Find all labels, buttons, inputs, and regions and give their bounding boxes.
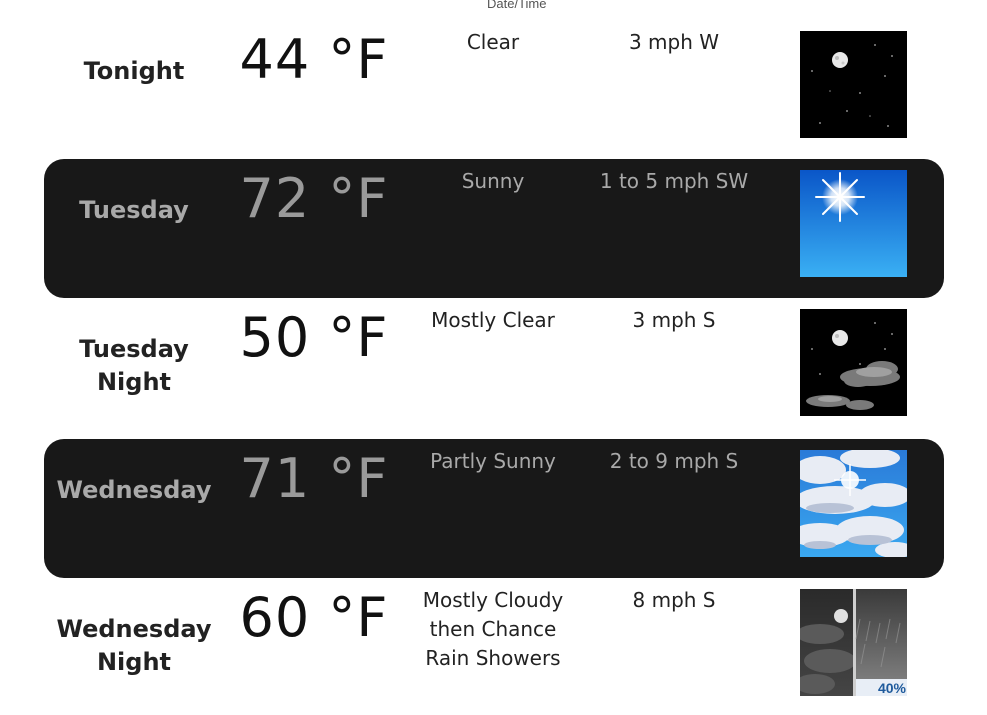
temperature-value: 71 °F xyxy=(239,447,389,510)
condition-text: Mostly Cloudy then Chance Rain Showers xyxy=(422,588,564,670)
wind-text: 2 to 9 mph S xyxy=(609,449,739,473)
forecast-row-tonight: Tonight 44 °F Clear 3 mph W xyxy=(44,20,944,159)
period-label: Wednesday Night xyxy=(56,615,212,676)
condition-text: Clear xyxy=(466,30,520,54)
period-label: Tonight xyxy=(83,57,185,85)
wind-text: 3 mph S xyxy=(632,308,716,332)
forecast-page: Date/Time Tonight 44 °F Clear 3 mph W Tu… xyxy=(0,0,987,715)
partly-sunny-icon xyxy=(800,450,907,557)
wind-text: 1 to 5 mph SW xyxy=(599,169,749,193)
forecast-row-tuesday-night: Tuesday Night 50 °F Mostly Clear 3 mph S xyxy=(44,298,944,437)
condition-text: Partly Sunny xyxy=(430,449,556,473)
temperature-value: 44 °F xyxy=(239,28,389,91)
period-label: Tuesday Night xyxy=(79,335,189,396)
temperature-value: 72 °F xyxy=(239,167,389,230)
sunny-icon xyxy=(800,170,907,277)
wind-text: 3 mph W xyxy=(628,30,720,54)
forecast-row-wednesday-night: Wednesday Night 60 °F Mostly Cloudy then… xyxy=(44,578,944,715)
night-cloudy-rain-icon: 40% xyxy=(800,589,907,696)
temperature-value: 50 °F xyxy=(239,306,389,369)
period-label: Tuesday xyxy=(79,196,189,224)
condition-text: Sunny xyxy=(461,169,525,193)
night-clear-icon xyxy=(800,31,907,138)
datetime-column-header: Date/Time xyxy=(487,0,547,11)
precip-chance-label: 40% xyxy=(877,680,906,696)
wind-text: 8 mph S xyxy=(632,588,716,612)
temperature-value: 60 °F xyxy=(239,586,389,649)
condition-text: Mostly Clear xyxy=(431,308,555,332)
night-mostly-clear-icon xyxy=(800,309,907,416)
forecast-row-wednesday: Wednesday 71 °F Partly Sunny 2 to 9 mph … xyxy=(44,439,944,578)
forecast-row-tuesday: Tuesday 72 °F Sunny 1 to 5 mph SW xyxy=(44,159,944,298)
period-label: Wednesday xyxy=(56,476,212,504)
